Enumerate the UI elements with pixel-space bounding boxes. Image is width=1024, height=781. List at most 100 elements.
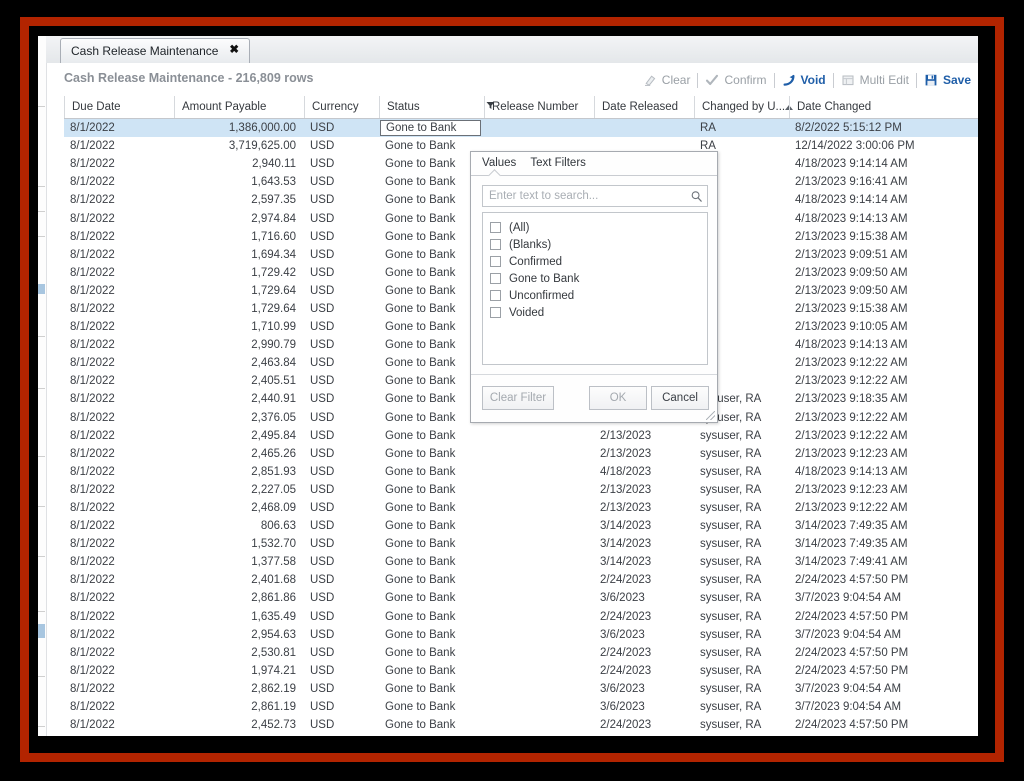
cell-date-released[interactable]: 3/6/2023 bbox=[594, 701, 694, 713]
cell-due-date[interactable]: 8/1/2022 bbox=[64, 611, 174, 623]
cell-amount-payable[interactable]: 3,719,625.00 bbox=[174, 140, 304, 152]
cell-status[interactable]: Gone to Bank bbox=[379, 303, 484, 315]
cell-amount-payable[interactable]: 2,861.19 bbox=[174, 701, 304, 713]
table-row[interactable]: 8/1/20222,468.09USDGone to Bank2/13/2023… bbox=[64, 499, 978, 517]
cell-date-changed[interactable]: 3/14/2023 7:49:35 AM bbox=[789, 538, 969, 550]
cell-date-changed[interactable]: 2/13/2023 9:12:23 AM bbox=[789, 484, 969, 496]
filter-option-gone-to-bank[interactable]: Gone to Bank bbox=[490, 270, 707, 287]
cell-date-released[interactable]: 2/13/2023 bbox=[594, 448, 694, 460]
cell-date-released[interactable]: 2/24/2023 bbox=[594, 719, 694, 731]
cell-currency[interactable]: USD bbox=[304, 701, 379, 713]
tab-values[interactable]: Values bbox=[482, 157, 516, 171]
cell-date-released[interactable]: 3/6/2023 bbox=[594, 592, 694, 604]
cell-amount-payable[interactable]: 1,729.64 bbox=[174, 303, 304, 315]
status-editor[interactable]: Gone to Bank bbox=[380, 120, 481, 136]
cell-currency[interactable]: USD bbox=[304, 412, 379, 424]
cell-date-changed[interactable]: 2/13/2023 9:12:22 AM bbox=[789, 412, 969, 424]
cell-due-date[interactable]: 8/1/2022 bbox=[64, 484, 174, 496]
cell-status[interactable]: Gone to Bank bbox=[379, 249, 484, 261]
table-row[interactable]: 8/1/20221,635.49USDGone to Bank2/24/2023… bbox=[64, 608, 978, 626]
cell-changed-by[interactable]: sysuser, RA bbox=[694, 466, 789, 478]
cell-date-changed[interactable]: 2/13/2023 9:10:05 AM bbox=[789, 321, 969, 333]
table-row[interactable]: 8/1/20222,401.68USDGone to Bank2/24/2023… bbox=[64, 571, 978, 589]
cell-date-changed[interactable]: 3/7/2023 9:04:54 AM bbox=[789, 701, 969, 713]
cell-status[interactable]: Gone to Bank bbox=[379, 592, 484, 604]
cell-due-date[interactable]: 8/1/2022 bbox=[64, 176, 174, 188]
cell-changed-by[interactable]: sysuser, RA bbox=[694, 430, 789, 442]
table-row[interactable]: 8/1/20222,954.63USDGone to Bank3/6/2023s… bbox=[64, 626, 978, 644]
cell-changed-by[interactable]: sysuser, RA bbox=[694, 484, 789, 496]
cell-status[interactable]: Gone to Bank bbox=[379, 556, 484, 568]
cell-currency[interactable]: USD bbox=[304, 375, 379, 387]
cell-amount-payable[interactable]: 2,495.84 bbox=[174, 430, 304, 442]
cell-currency[interactable]: USD bbox=[304, 520, 379, 532]
cell-currency[interactable]: USD bbox=[304, 303, 379, 315]
cell-status[interactable]: Gone to Bank bbox=[379, 120, 484, 136]
cell-changed-by[interactable]: sysuser, RA bbox=[694, 719, 789, 731]
cell-date-changed[interactable]: 2/24/2023 4:57:50 PM bbox=[789, 574, 969, 586]
cell-currency[interactable]: USD bbox=[304, 357, 379, 369]
cell-status[interactable]: Gone to Bank bbox=[379, 430, 484, 442]
cell-date-released[interactable]: 2/24/2023 bbox=[594, 574, 694, 586]
cell-currency[interactable]: USD bbox=[304, 122, 379, 134]
cell-status[interactable]: Gone to Bank bbox=[379, 520, 484, 532]
cell-changed-by[interactable]: RA bbox=[694, 122, 789, 134]
cell-due-date[interactable]: 8/1/2022 bbox=[64, 303, 174, 315]
cell-date-changed[interactable]: 2/24/2023 4:57:50 PM bbox=[789, 611, 969, 623]
cell-status[interactable]: Gone to Bank bbox=[379, 502, 484, 514]
resize-grip-icon[interactable] bbox=[706, 411, 715, 420]
column-header-status[interactable]: Status bbox=[379, 96, 484, 118]
table-row[interactable]: 8/1/20222,465.26USDGone to Bank2/13/2023… bbox=[64, 445, 978, 463]
cell-amount-payable[interactable]: 2,376.05 bbox=[174, 412, 304, 424]
cell-date-released[interactable]: 2/24/2023 bbox=[594, 647, 694, 659]
cell-date-changed[interactable]: 3/7/2023 9:04:54 AM bbox=[789, 592, 969, 604]
column-header-currency[interactable]: Currency bbox=[304, 96, 379, 118]
cell-changed-by[interactable]: sysuser, RA bbox=[694, 611, 789, 623]
cell-date-released[interactable]: 3/14/2023 bbox=[594, 556, 694, 568]
table-row[interactable]: 8/1/20221,974.21USDGone to Bank2/24/2023… bbox=[64, 662, 978, 680]
cell-changed-by[interactable]: sysuser, RA bbox=[694, 574, 789, 586]
cell-due-date[interactable]: 8/1/2022 bbox=[64, 339, 174, 351]
cell-changed-by[interactable]: sysuser, RA bbox=[694, 629, 789, 641]
cell-date-released[interactable]: 2/13/2023 bbox=[594, 502, 694, 514]
cell-status[interactable]: Gone to Bank bbox=[379, 665, 484, 677]
cell-amount-payable[interactable]: 1,729.42 bbox=[174, 267, 304, 279]
cell-status[interactable]: Gone to Bank bbox=[379, 375, 484, 387]
cell-date-changed[interactable]: 4/18/2023 9:14:14 AM bbox=[789, 194, 969, 206]
cell-date-changed[interactable]: 2/13/2023 9:09:50 AM bbox=[789, 285, 969, 297]
cell-amount-payable[interactable]: 1,532.70 bbox=[174, 538, 304, 550]
cell-due-date[interactable]: 8/1/2022 bbox=[64, 466, 174, 478]
checkbox[interactable] bbox=[490, 273, 501, 284]
cell-status[interactable]: Gone to Bank bbox=[379, 140, 484, 152]
cell-currency[interactable]: USD bbox=[304, 611, 379, 623]
cell-due-date[interactable]: 8/1/2022 bbox=[64, 629, 174, 641]
cell-amount-payable[interactable]: 1,729.64 bbox=[174, 285, 304, 297]
cell-currency[interactable]: USD bbox=[304, 574, 379, 586]
checkbox[interactable] bbox=[490, 307, 501, 318]
cell-due-date[interactable]: 8/1/2022 bbox=[64, 683, 174, 695]
cell-due-date[interactable]: 8/1/2022 bbox=[64, 267, 174, 279]
cell-currency[interactable]: USD bbox=[304, 484, 379, 496]
ok-button[interactable]: OK bbox=[589, 386, 647, 410]
cell-currency[interactable]: USD bbox=[304, 176, 379, 188]
cell-date-changed[interactable]: 2/13/2023 9:15:38 AM bbox=[789, 303, 969, 315]
cell-due-date[interactable]: 8/1/2022 bbox=[64, 140, 174, 152]
cell-status[interactable]: Gone to Bank bbox=[379, 321, 484, 333]
cell-amount-payable[interactable]: 1,386,000.00 bbox=[174, 122, 304, 134]
cell-changed-by[interactable]: sysuser, RA bbox=[694, 701, 789, 713]
cell-date-changed[interactable]: 4/18/2023 9:14:14 AM bbox=[789, 158, 969, 170]
cell-due-date[interactable]: 8/1/2022 bbox=[64, 357, 174, 369]
table-row[interactable]: 8/1/20222,227.05USDGone to Bank2/13/2023… bbox=[64, 481, 978, 499]
magnifier-icon[interactable] bbox=[685, 190, 707, 203]
cell-due-date[interactable]: 8/1/2022 bbox=[64, 375, 174, 387]
cell-amount-payable[interactable]: 1,635.49 bbox=[174, 611, 304, 623]
cell-due-date[interactable]: 8/1/2022 bbox=[64, 647, 174, 659]
cell-currency[interactable]: USD bbox=[304, 665, 379, 677]
cell-date-changed[interactable]: 2/13/2023 9:12:22 AM bbox=[789, 375, 969, 387]
cell-date-changed[interactable]: 12/14/2022 3:00:06 PM bbox=[789, 140, 969, 152]
cell-currency[interactable]: USD bbox=[304, 339, 379, 351]
table-row[interactable]: 8/1/20222,861.19USDGone to Bank3/6/2023s… bbox=[64, 698, 978, 716]
cell-due-date[interactable]: 8/1/2022 bbox=[64, 719, 174, 731]
cell-amount-payable[interactable]: 2,452.73 bbox=[174, 719, 304, 731]
cell-date-changed[interactable]: 4/18/2023 9:14:13 AM bbox=[789, 339, 969, 351]
